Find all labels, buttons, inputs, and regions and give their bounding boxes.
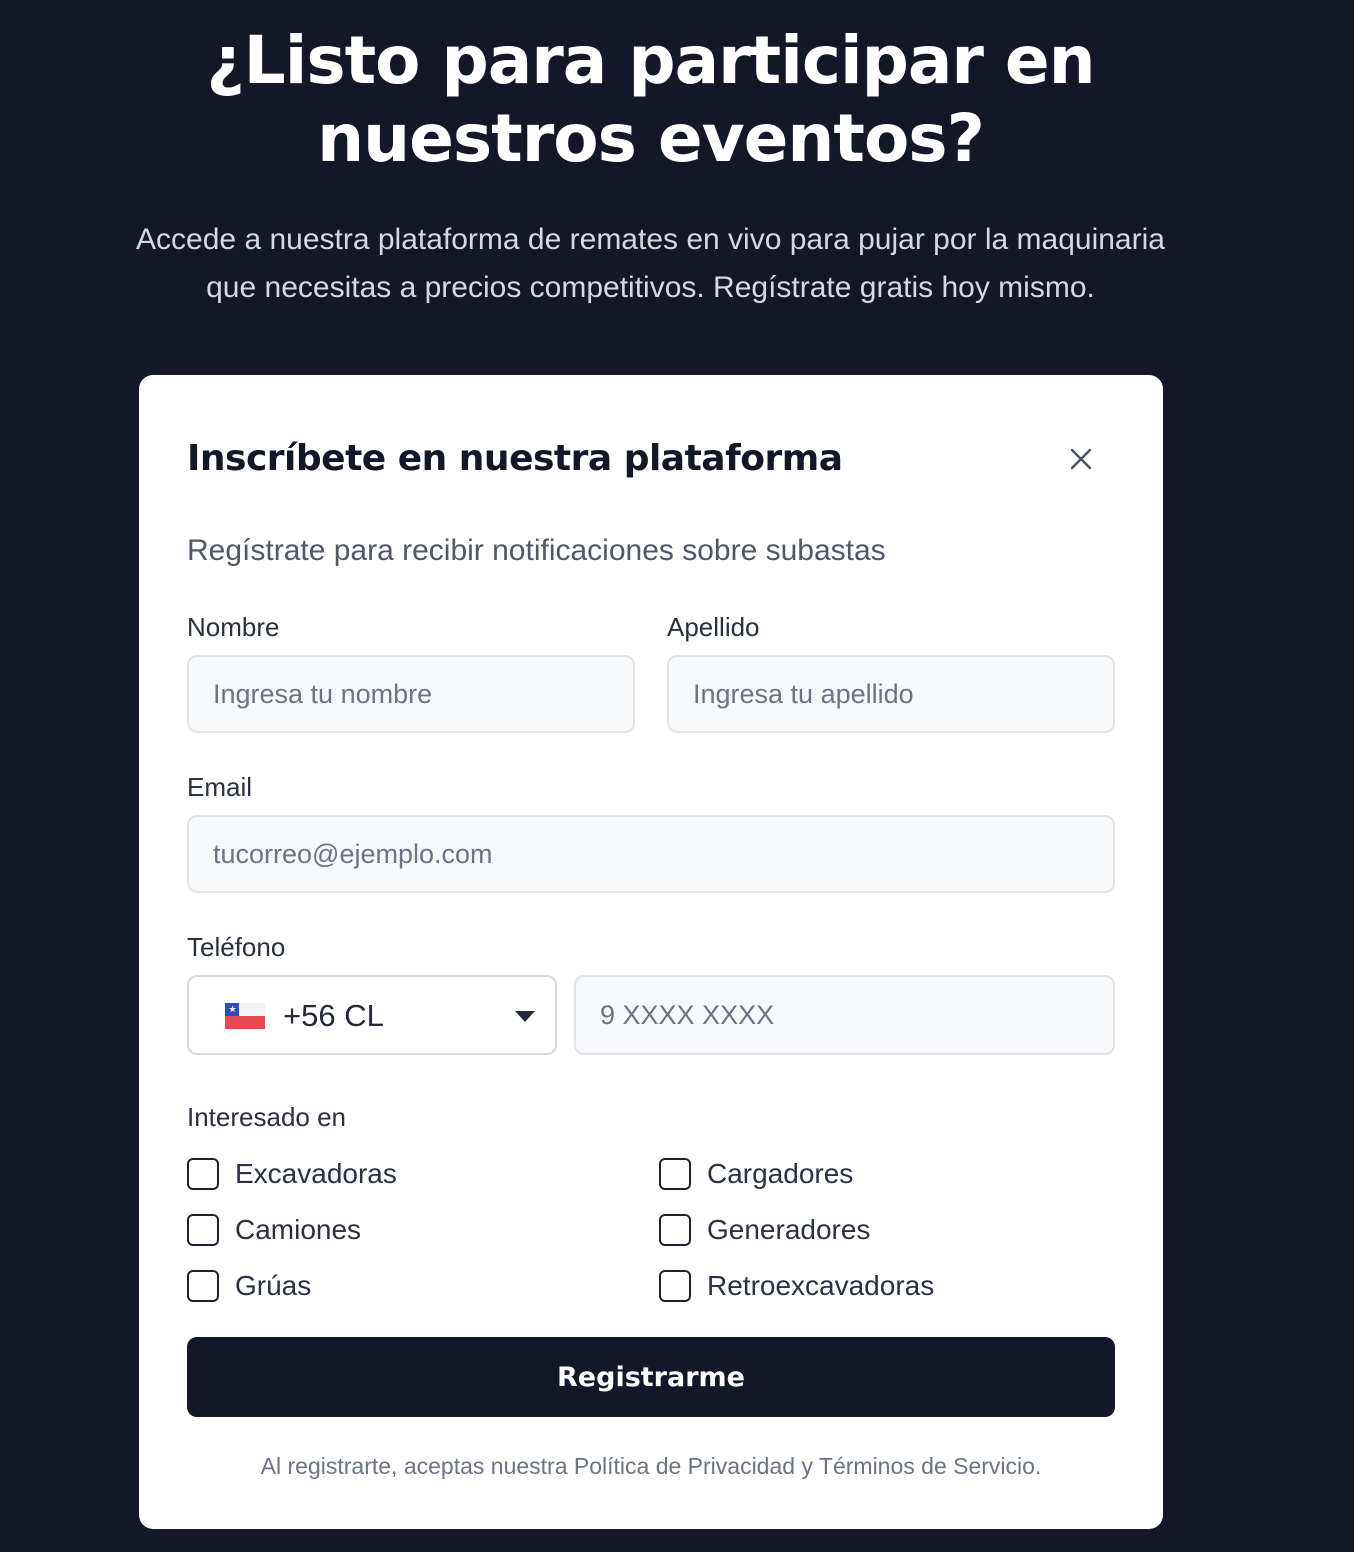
checkbox[interactable]: [187, 1158, 219, 1190]
hero-title-line-2: nuestros eventos?: [317, 100, 985, 177]
phone-input[interactable]: [574, 975, 1115, 1055]
email-label: Email: [187, 772, 253, 802]
registration-modal: Inscríbete en nuestra plataforma Regístr…: [139, 375, 1163, 1529]
last-name-input[interactable]: [667, 655, 1115, 733]
interest-checkbox-generadores[interactable]: Generadores: [659, 1213, 870, 1247]
chile-flag-icon: ★: [225, 1003, 265, 1029]
interest-checkbox-retroexcavadoras[interactable]: Retroexcavadoras: [659, 1269, 934, 1303]
checkbox-label: Cargadores: [707, 1158, 854, 1189]
hero-title-line-1: ¿Listo para participar en: [206, 22, 1095, 99]
checkbox-label: Retroexcavadoras: [707, 1270, 935, 1301]
interest-checkbox-camiones[interactable]: Camiones: [187, 1213, 361, 1247]
checkbox-label: Grúas: [235, 1270, 312, 1301]
country-code-value: +56 CL: [283, 998, 384, 1033]
close-icon: [1070, 448, 1092, 470]
checkbox-label: Generadores: [707, 1214, 871, 1245]
interests-label: Interesado en: [187, 1102, 347, 1132]
hero-subtitle: Accede a nuestra plataforma de remates e…: [80, 216, 1221, 312]
interest-checkbox-gruas[interactable]: Grúas: [187, 1269, 311, 1303]
email-input[interactable]: [187, 815, 1115, 893]
first-name-input[interactable]: [187, 655, 635, 733]
hero-title: ¿Listo para participar en nuestros event…: [0, 22, 1301, 178]
checkbox[interactable]: [659, 1158, 691, 1190]
interest-checkbox-cargadores[interactable]: Cargadores: [659, 1157, 853, 1191]
first-name-label: Nombre: [187, 612, 280, 642]
modal-title: Inscríbete en nuestra plataforma: [187, 438, 843, 479]
hero-subtitle-line-1: Accede a nuestra plataforma de remates e…: [136, 223, 1165, 256]
close-button[interactable]: [1063, 441, 1099, 477]
checkbox-label: Camiones: [235, 1214, 362, 1245]
register-button[interactable]: Registrarme: [187, 1337, 1115, 1417]
chevron-down-icon: [515, 1011, 535, 1022]
checkbox[interactable]: [659, 1214, 691, 1246]
modal-description: Regístrate para recibir notificaciones s…: [187, 534, 886, 567]
checkbox[interactable]: [187, 1214, 219, 1246]
last-name-label: Apellido: [667, 612, 760, 642]
checkbox[interactable]: [659, 1270, 691, 1302]
hero-subtitle-line-2: que necesitas a precios competitivos. Re…: [206, 271, 1095, 304]
phone-label: Teléfono: [187, 932, 286, 962]
checkbox[interactable]: [187, 1270, 219, 1302]
interest-checkbox-excavadoras[interactable]: Excavadoras: [187, 1157, 397, 1191]
legal-notice: Al registrarte, aceptas nuestra Política…: [260, 1453, 1042, 1479]
checkbox-label: Excavadoras: [235, 1158, 397, 1189]
country-code-select[interactable]: ★ +56 CL: [187, 975, 557, 1055]
